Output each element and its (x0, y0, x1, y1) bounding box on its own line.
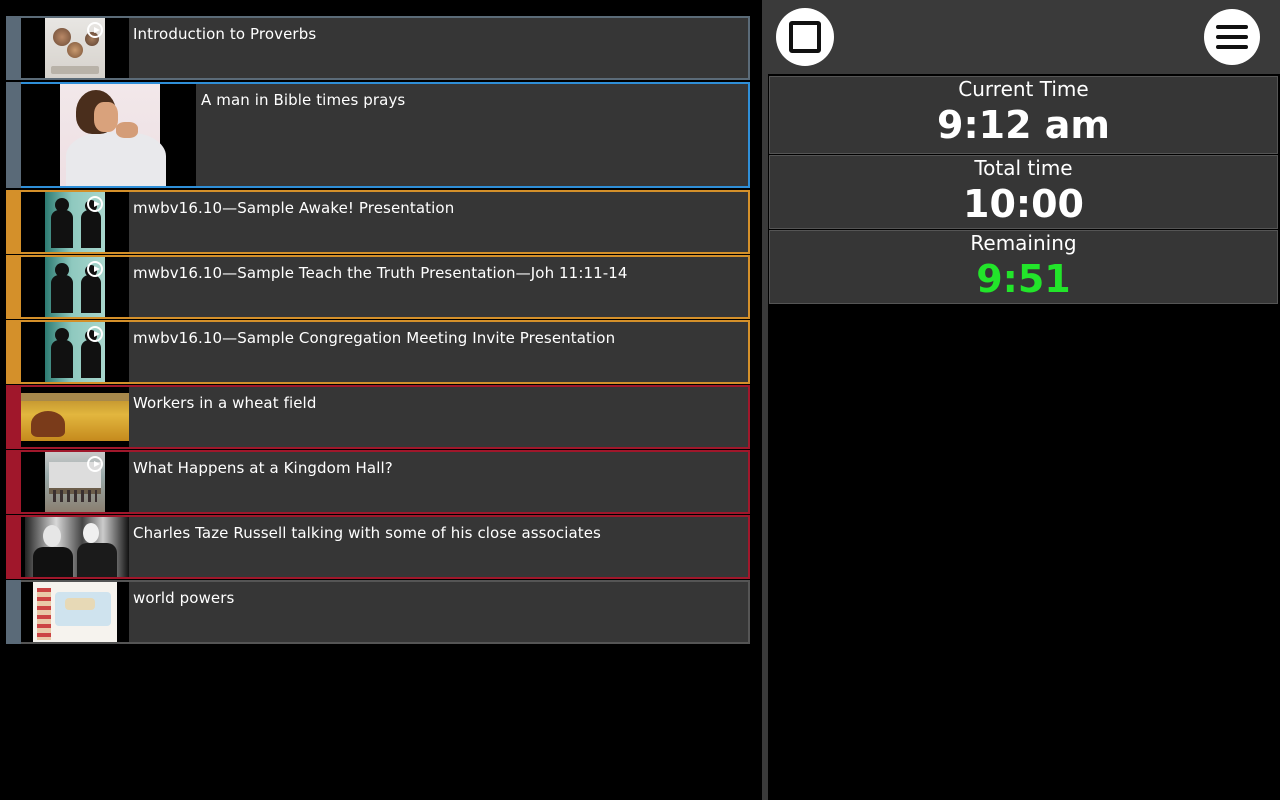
media-title: What Happens at a Kingdom Hall? (133, 459, 393, 477)
play-circle-icon (87, 22, 103, 38)
category-color-bar (6, 515, 21, 579)
category-color-bar (6, 255, 21, 319)
media-item[interactable]: mwbv16.10—Sample Teach the Truth Present… (6, 255, 750, 319)
media-title: A man in Bible times prays (201, 91, 406, 109)
remaining-time-panel: Remaining 9:51 (769, 230, 1278, 304)
thumbnail (21, 257, 129, 317)
play-circle-icon (87, 326, 103, 342)
total-time-value: 10:00 (963, 182, 1084, 226)
media-item[interactable]: mwbv16.10—Sample Awake! Presentation (6, 190, 750, 254)
media-item[interactable]: What Happens at a Kingdom Hall? (6, 450, 750, 514)
category-color-bar (6, 82, 21, 188)
current-time-value: 9:12 am (937, 103, 1110, 147)
current-time-panel: Current Time 9:12 am (769, 76, 1278, 154)
remaining-value: 9:51 (976, 257, 1071, 301)
thumbnail (21, 84, 196, 186)
media-title: Charles Taze Russell talking with some o… (133, 524, 601, 542)
media-item[interactable]: Charles Taze Russell talking with some o… (6, 515, 750, 579)
total-time-panel: Total time 10:00 (769, 155, 1278, 229)
media-item[interactable]: Introduction to Proverbs (6, 16, 750, 80)
category-color-bar (6, 320, 21, 384)
hamburger-menu-icon (1216, 25, 1248, 49)
media-title: mwbv16.10—Sample Teach the Truth Present… (133, 264, 628, 282)
media-title: mwbv16.10—Sample Awake! Presentation (133, 199, 455, 217)
thumbnail (21, 322, 129, 382)
play-circle-icon (87, 196, 103, 212)
timer-panel: Current Time 9:12 am Total time 10:00 Re… (768, 0, 1280, 800)
media-item[interactable]: world powers (6, 580, 750, 644)
thumbnail (21, 387, 129, 447)
stop-button[interactable] (776, 8, 834, 66)
current-time-label: Current Time (958, 77, 1089, 101)
thumbnail (21, 18, 129, 78)
media-item-selected[interactable]: A man in Bible times prays (6, 82, 750, 188)
media-item[interactable]: Workers in a wheat field (6, 385, 750, 449)
media-title: mwbv16.10—Sample Congregation Meeting In… (133, 329, 616, 347)
thumbnail (21, 517, 129, 577)
play-circle-icon (87, 261, 103, 277)
media-title: Workers in a wheat field (133, 394, 317, 412)
category-color-bar (6, 385, 21, 449)
category-color-bar (6, 580, 21, 644)
top-toolbar (768, 0, 1280, 74)
remaining-label: Remaining (970, 231, 1077, 255)
menu-button[interactable] (1204, 9, 1260, 65)
play-circle-icon (87, 456, 103, 472)
thumbnail (21, 582, 129, 642)
media-title: world powers (133, 589, 235, 607)
category-color-bar (6, 190, 21, 254)
media-item[interactable]: mwbv16.10—Sample Congregation Meeting In… (6, 320, 750, 384)
thumbnail (21, 452, 129, 512)
stop-icon (789, 21, 821, 53)
thumbnail (21, 192, 129, 252)
media-title: Introduction to Proverbs (133, 25, 317, 43)
total-time-label: Total time (974, 156, 1073, 180)
media-list: Introduction to Proverbs A man in Bible … (0, 0, 762, 800)
category-color-bar (6, 16, 21, 80)
category-color-bar (6, 450, 21, 514)
